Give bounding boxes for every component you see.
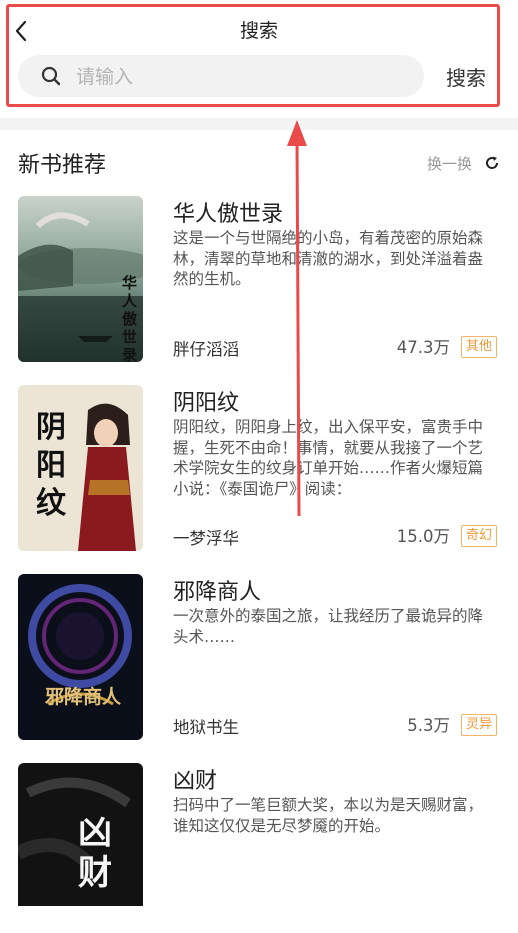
book-title[interactable]: 凶财 [173,763,217,795]
book-cover[interactable]: 邪降商人 [18,574,143,740]
book-title[interactable]: 华人傲世录 [173,196,283,228]
book-item[interactable]: 华人傲世录 华人傲世录 这是一个与世隔绝的小岛，有着茂密的原始森林，清翠的草地和… [0,196,518,366]
book-category-tag: 灵异 [461,714,498,736]
book-cover[interactable]: 凶财 [18,763,143,906]
book-read-count: 47.3万 [396,338,450,357]
book-item[interactable]: 阴阳纹 阴阳纹 阴阳纹，阴阳身上纹，出入保平安，富贵手中握，生死不由命！事情，就… [0,385,518,555]
book-description: 这是一个与世隔绝的小岛，有着茂密的原始森林，清翠的草地和清澈的湖水，到处洋溢着盎… [173,229,484,288]
search-input[interactable] [74,59,408,95]
book-read-count: 15.0万 [396,527,450,546]
book-cover-title: 邪降商人 [44,686,121,708]
book-cover-title: 华人傲世录 [122,274,138,362]
book-title[interactable]: 阴阳纹 [173,385,239,417]
book-cover-title: 凶财 [78,813,112,893]
refresh-icon [486,156,499,169]
book-title[interactable]: 邪降商人 [173,574,261,606]
refresh-label: 换一换 [427,155,473,173]
book-cover[interactable]: 华人傲世录 [18,196,143,362]
book-category-tag: 其他 [461,336,498,358]
book-description: 一次意外的泰国之旅，让我经历了最诡异的降头术…… [173,607,484,646]
search-button[interactable]: 搜索 [434,60,498,92]
book-cover[interactable]: 阴阳纹 [18,385,143,551]
search-header: 搜索 搜索 [0,0,518,118]
divider [0,118,518,130]
book-cover-image [18,574,143,740]
section-title: 新书推荐 [18,153,107,178]
book-category-tag: 奇幻 [461,525,498,547]
page-title: 搜索 [239,20,278,42]
search-box[interactable] [18,55,424,97]
book-author: 胖仔滔滔 [173,340,239,359]
refresh-button[interactable]: 换一换 [427,151,507,175]
book-author: 地狱书生 [173,718,239,737]
search-icon [41,66,61,86]
book-author: 一梦浮华 [173,529,239,548]
book-item[interactable]: 邪降商人 邪降商人 一次意外的泰国之旅，让我经历了最诡异的降头术…… 地狱书生 … [0,574,518,744]
book-item[interactable]: 凶财 凶财 扫码中了一笔巨额大奖，本以为是天赐财富，谁知这仅仅是无尽梦魇的开始。 [0,763,518,933]
book-description: 扫码中了一笔巨额大奖，本以为是天赐财富，谁知这仅仅是无尽梦魇的开始。 [173,796,484,835]
book-description: 阴阳纹，阴阳身上纹，出入保平安，富贵手中握，生死不由命！事情，就要从我接了一个艺… [173,418,484,498]
book-read-count: 5.3万 [407,716,450,735]
book-cover-title: 阴阳纹 [36,410,66,521]
